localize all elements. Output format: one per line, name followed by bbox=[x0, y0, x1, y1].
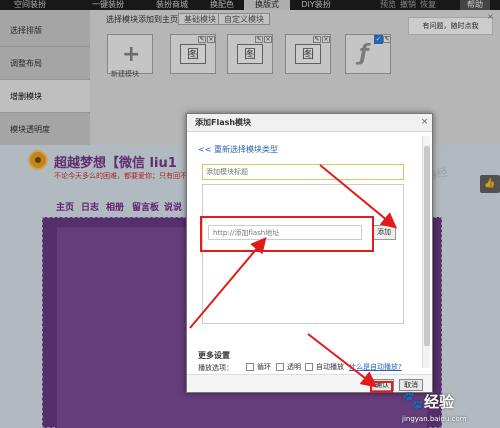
watermark-url: jingyan.baidu.com bbox=[402, 415, 467, 423]
watermark-brand: 经验 bbox=[424, 393, 455, 411]
arrow-to-confirm-button bbox=[307, 333, 378, 388]
baidu-jingyan-watermark: 🐾 经验 jingyan.baidu.com bbox=[398, 389, 498, 427]
annotation-arrows bbox=[189, 164, 398, 388]
paw-icon: 🐾 bbox=[402, 391, 424, 411]
arrow-to-url-input bbox=[189, 236, 267, 329]
arrow-to-add-button bbox=[319, 164, 398, 229]
